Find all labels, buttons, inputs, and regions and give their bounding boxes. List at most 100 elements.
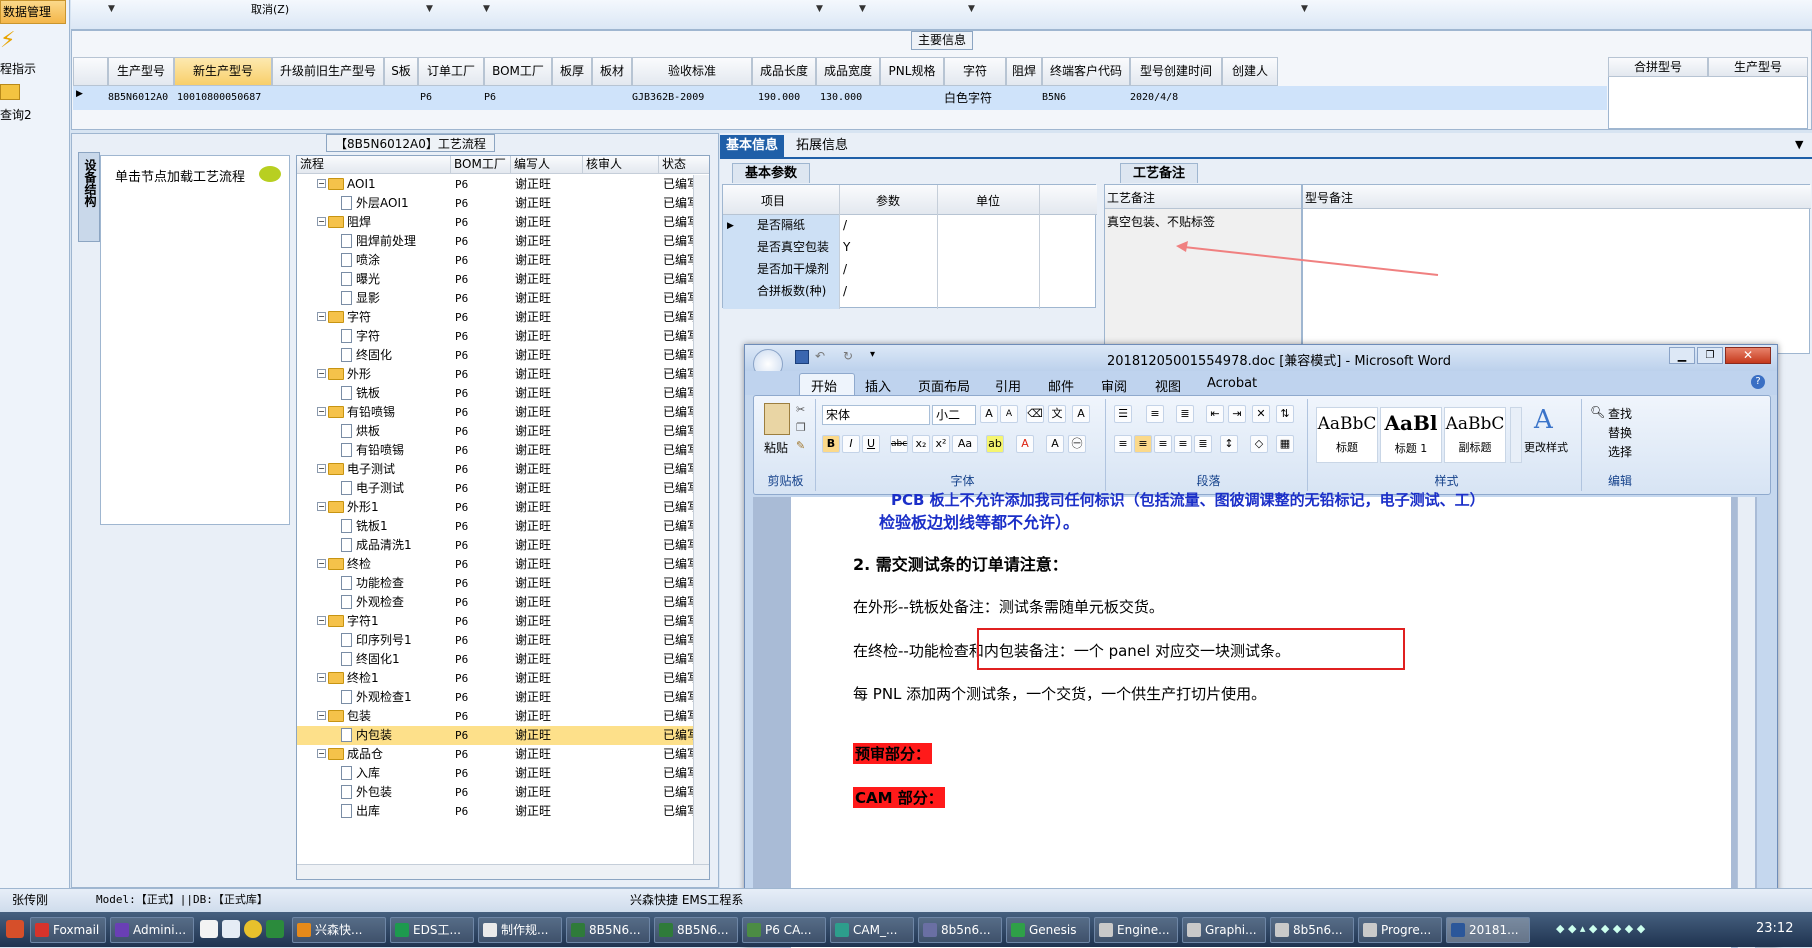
flow-step-node[interactable]: 铣板 [341, 384, 380, 403]
flow-row[interactable]: 曝光 P6 谢正旺 已编写 [297, 270, 709, 289]
col-header-selected[interactable]: 新生产型号 [174, 57, 272, 86]
collapse-icon[interactable]: − [317, 559, 326, 568]
flow-row[interactable]: 出库 P6 谢正旺 已编写 [297, 802, 709, 821]
horizontal-scrollbar[interactable] [297, 864, 709, 879]
col-header[interactable]: 流程 [297, 156, 451, 174]
style-heading1[interactable]: AaBl 标题 1 [1380, 407, 1442, 463]
flow-status-cell[interactable]: 已编写 [663, 251, 693, 270]
style-subtitle[interactable]: AaBbC 副标题 [1444, 407, 1506, 463]
taskbar-item[interactable]: Genesis [1006, 917, 1090, 943]
flow-row[interactable]: − AOI1 P6 谢正旺 已编写 [297, 175, 709, 194]
flow-bom-cell[interactable]: P6 [455, 783, 468, 802]
flow-writer-cell[interactable]: 谢正旺 [515, 555, 551, 574]
flow-row[interactable]: − 终检 P6 谢正旺 已编写 [297, 555, 709, 574]
undo-icon[interactable]: ↶ [815, 349, 825, 363]
col-header[interactable]: PNL规格 [880, 57, 944, 86]
col-header[interactable]: 工艺备注 [1107, 189, 1155, 206]
cell[interactable]: 130.000 [820, 88, 862, 108]
flow-writer-cell[interactable]: 谢正旺 [515, 327, 551, 346]
doc-text[interactable]: PCB 板上不允许添加我司任何标识（包括流量、图彼调课整的无铅标记，电子测试、工… [891, 489, 1485, 510]
flow-row[interactable]: − 电子测试 P6 谢正旺 已编写 [297, 460, 709, 479]
flow-status-cell[interactable]: 已编写 [663, 650, 693, 669]
flow-status-cell[interactable]: 已编写 [663, 479, 693, 498]
flow-bom-cell[interactable]: P6 [455, 308, 468, 327]
paste-icon[interactable] [764, 403, 790, 435]
flow-writer-cell[interactable]: 谢正旺 [515, 403, 551, 422]
flow-status-cell[interactable]: 已编写 [663, 441, 693, 460]
flow-bom-cell[interactable]: P6 [455, 270, 468, 289]
styles-scroll[interactable] [1510, 407, 1522, 463]
flow-bom-cell[interactable]: P6 [455, 593, 468, 612]
change-styles-label[interactable]: 更改样式 [1524, 439, 1568, 455]
align-center-icon[interactable]: ≡ [1134, 435, 1152, 453]
enclose-char-icon[interactable]: ㊀ [1068, 435, 1086, 453]
flow-bom-cell[interactable]: P6 [455, 251, 468, 270]
taskbar-item[interactable]: 8B5N6... [654, 917, 738, 943]
flow-row[interactable]: − 字符1 P6 谢正旺 已编写 [297, 612, 709, 631]
col-header[interactable]: 成品宽度 [816, 57, 880, 86]
flow-bom-cell[interactable]: P6 [455, 232, 468, 251]
flow-row[interactable]: 终固化 P6 谢正旺 已编写 [297, 346, 709, 365]
increase-indent-icon[interactable]: ⇥ [1228, 405, 1246, 423]
flow-row[interactable]: 印序列号1 P6 谢正旺 已编写 [297, 631, 709, 650]
collapse-icon[interactable]: − [317, 369, 326, 378]
flow-folder-node[interactable]: − 字符1 [317, 612, 379, 631]
taskbar-item[interactable]: Foxmail [30, 917, 106, 943]
copy-icon[interactable]: ❐ [796, 421, 806, 434]
change-case-icon[interactable]: Aa [952, 435, 978, 453]
taskbar-item[interactable]: 8B5N6... [566, 917, 650, 943]
taskbar-item[interactable]: Graphi... [1182, 917, 1266, 943]
collapse-icon[interactable]: − [317, 711, 326, 720]
doc-heading[interactable]: 2. 需交测试条的订单请注意： [853, 551, 1068, 575]
dropdown-arrow-icon[interactable]: ▼ [108, 4, 115, 14]
flow-writer-cell[interactable]: 谢正旺 [515, 384, 551, 403]
flow-status-cell[interactable]: 已编写 [663, 289, 693, 308]
col-header[interactable]: 阻焊 [1006, 57, 1042, 86]
flow-step-node[interactable]: 曝光 [341, 270, 380, 289]
flow-step-node[interactable]: 外层AOI1 [341, 194, 409, 213]
flow-writer-cell[interactable]: 谢正旺 [515, 631, 551, 650]
flow-status-cell[interactable]: 已编写 [663, 498, 693, 517]
cell[interactable]: 190.000 [758, 88, 800, 108]
distributed-icon[interactable]: ≣ [1194, 435, 1212, 453]
multilevel-list-icon[interactable]: ≣ [1176, 405, 1194, 423]
flow-writer-cell[interactable]: 谢正旺 [515, 593, 551, 612]
flow-bom-cell[interactable]: P6 [455, 384, 468, 403]
flow-status-cell[interactable]: 已编写 [663, 707, 693, 726]
flow-bom-cell[interactable]: P6 [455, 517, 468, 536]
flow-step-node[interactable]: 功能检查 [341, 574, 404, 593]
flow-step-node[interactable]: 喷涂 [341, 251, 380, 270]
ribbon-tab-layout[interactable]: 页面布局 [918, 376, 970, 395]
flow-bom-cell[interactable]: P6 [455, 327, 468, 346]
flow-writer-cell[interactable]: 谢正旺 [515, 650, 551, 669]
replace-button[interactable]: 替换 [1608, 424, 1632, 441]
flow-bom-cell[interactable]: P6 [455, 460, 468, 479]
flow-writer-cell[interactable]: 谢正旺 [515, 213, 551, 232]
asian-layout-icon[interactable]: ✕ [1252, 405, 1270, 423]
flow-step-node[interactable]: 终固化1 [341, 650, 400, 669]
flow-status-cell[interactable]: 已编写 [663, 802, 693, 821]
col-header[interactable]: 成品长度 [752, 57, 816, 86]
flow-writer-cell[interactable]: 谢正旺 [515, 726, 551, 745]
flow-status-cell[interactable]: 已编写 [663, 327, 693, 346]
flow-row[interactable]: 内包装 P6 谢正旺 已编写 [297, 726, 709, 745]
flow-bom-cell[interactable]: P6 [455, 612, 468, 631]
flow-step-node[interactable]: 有铅喷锡 [341, 441, 404, 460]
flow-bom-cell[interactable]: P6 [455, 441, 468, 460]
quick-access-dropdown-icon[interactable]: ▾ [870, 349, 875, 360]
col-header[interactable]: 生产型号 [1708, 57, 1808, 77]
bullets-icon[interactable]: ☰ [1114, 405, 1132, 423]
flow-row[interactable]: − 有铅喷锡 P6 谢正旺 已编写 [297, 403, 709, 422]
flow-writer-cell[interactable]: 谢正旺 [515, 479, 551, 498]
col-header[interactable]: 字符 [944, 57, 1006, 86]
flow-writer-cell[interactable]: 谢正旺 [515, 460, 551, 479]
dropdown-arrow-icon[interactable]: ▼ [859, 4, 866, 14]
flow-writer-cell[interactable]: 谢正旺 [515, 517, 551, 536]
flow-bom-cell[interactable]: P6 [455, 745, 468, 764]
flow-bom-cell[interactable]: P6 [455, 403, 468, 422]
shading-icon[interactable]: ◇ [1250, 435, 1268, 453]
align-right-icon[interactable]: ≡ [1154, 435, 1172, 453]
flow-row[interactable]: 电子测试 P6 谢正旺 已编写 [297, 479, 709, 498]
italic-icon[interactable]: I [842, 435, 860, 453]
flow-step-node[interactable]: 成品清洗1 [341, 536, 412, 555]
